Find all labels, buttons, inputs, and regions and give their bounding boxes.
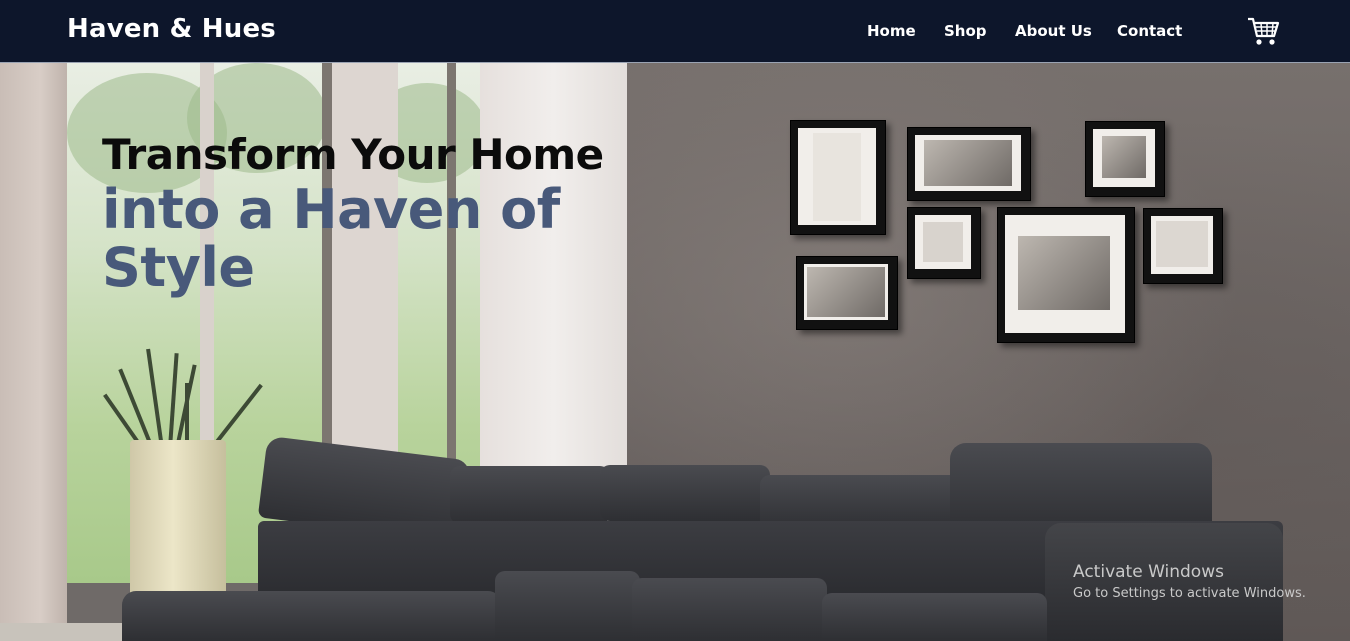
shopping-cart-icon[interactable]: [1246, 15, 1280, 47]
nav-link-home[interactable]: Home: [867, 22, 916, 40]
activate-windows-watermark: Activate Windows Go to Settings to activ…: [1073, 562, 1306, 601]
hero-headline-line1: Transform Your Home: [102, 130, 604, 179]
brand-logo[interactable]: Haven & Hues: [67, 14, 276, 44]
watermark-subtitle: Go to Settings to activate Windows.: [1073, 586, 1306, 601]
hero-headline: Transform Your Home into a Haven of Styl…: [102, 129, 604, 297]
nav-link-contact[interactable]: Contact: [1117, 22, 1182, 40]
navbar: Haven & Hues Home Shop About Us Contact: [0, 0, 1350, 63]
nav-link-shop[interactable]: Shop: [944, 22, 987, 40]
nav-link-about-us[interactable]: About Us: [1015, 22, 1092, 40]
hero-headline-line2: into a Haven of Style: [102, 178, 560, 299]
watermark-title: Activate Windows: [1073, 562, 1224, 582]
hero-section: Transform Your Home into a Haven of Styl…: [0, 63, 1350, 641]
